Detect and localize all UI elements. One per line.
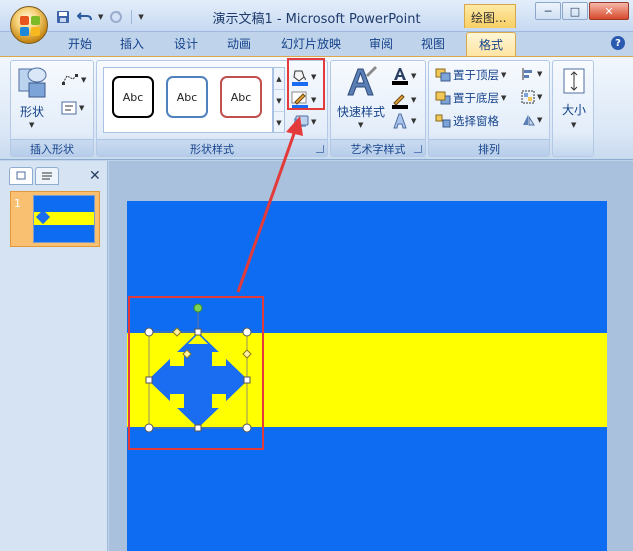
size-button[interactable]: 大小 ▼ xyxy=(556,65,592,135)
wordart-styles-group: 快速样式 ▼ ▼ ▼ ▼ 艺术字样式 xyxy=(330,60,426,157)
gallery-up-icon[interactable]: ▲ xyxy=(274,68,284,90)
annotation-highlight-fill-outline xyxy=(287,58,325,110)
shape-style-2[interactable]: Abc xyxy=(166,76,208,118)
office-logo-icon xyxy=(20,16,40,36)
maximize-button[interactable]: □ xyxy=(562,2,588,20)
slides-tab-icon xyxy=(16,171,26,180)
group-dropdown-icon: ▼ xyxy=(537,93,543,101)
wordart-dialog-launcher-icon[interactable] xyxy=(414,145,422,153)
text-effects-icon xyxy=(393,113,407,129)
gallery-more-icon[interactable]: ▼ xyxy=(274,112,284,134)
align-icon xyxy=(522,68,532,80)
send-to-back-icon xyxy=(435,91,451,105)
send-to-back-button[interactable]: 置于底层 ▼ xyxy=(435,90,506,106)
size-group: 大小 ▼ xyxy=(552,60,594,157)
selection-pane-icon xyxy=(435,114,451,128)
tab-review[interactable]: 审阅 xyxy=(369,35,393,52)
text-fill-button[interactable]: ▼ xyxy=(391,67,416,85)
pane-tabs: ✕ xyxy=(5,167,105,187)
size-dropdown-icon: ▼ xyxy=(571,121,577,129)
edit-shape-dropdown-icon: ▼ xyxy=(81,76,87,84)
quick-styles-label: 快速样式 xyxy=(336,105,385,119)
text-outline-button[interactable]: ▼ xyxy=(391,91,416,109)
rotate-icon xyxy=(523,115,535,126)
text-box-button[interactable]: ▼ xyxy=(61,101,84,115)
group-button[interactable]: ▼ xyxy=(521,90,542,104)
tab-view[interactable]: 视图 xyxy=(421,35,445,52)
close-pane-icon[interactable]: ✕ xyxy=(89,168,101,184)
shape-effects-button[interactable]: ▼ xyxy=(293,115,316,129)
text-outline-dropdown-icon: ▼ xyxy=(411,96,417,104)
bring-to-front-button[interactable]: 置于顶层 ▼ xyxy=(435,67,506,83)
window-controls: ─ □ ✕ xyxy=(535,2,629,20)
quick-styles-dropdown-icon: ▼ xyxy=(358,121,364,129)
close-button[interactable]: ✕ xyxy=(589,2,629,20)
arrange-group: 置于顶层 ▼ 置于底层 ▼ 选择窗格 ▼ ▼ ▼ 排列 xyxy=(428,60,550,157)
bring-to-front-icon xyxy=(435,68,451,82)
text-effects-button[interactable]: ▼ xyxy=(391,113,416,129)
outline-tab-icon xyxy=(42,172,52,180)
tab-design[interactable]: 设计 xyxy=(174,35,198,52)
text-fill-icon xyxy=(392,68,408,85)
shapes-button[interactable]: 形状 ▼ xyxy=(15,65,49,135)
wordart-a-icon xyxy=(347,66,377,96)
edit-points-icon xyxy=(62,74,78,85)
shapes-icon xyxy=(18,67,47,98)
text-fill-dropdown-icon: ▼ xyxy=(411,72,417,80)
minimize-button[interactable]: ─ xyxy=(535,2,561,20)
text-box-dropdown-icon: ▼ xyxy=(79,104,85,112)
rotate-button[interactable]: ▼ xyxy=(521,113,542,127)
slide-thumbnail-selected[interactable]: 1 xyxy=(10,191,100,247)
shape-style-gallery: Abc Abc Abc xyxy=(103,67,273,133)
tab-format[interactable]: 格式 xyxy=(466,32,517,57)
insert-shapes-group: 形状 ▼ ▼ ▼ 插入形状 xyxy=(10,60,94,157)
title-bar: ▼ ▼ 演示文稿1 - Microsoft PowerPoint 绘图... ─… xyxy=(0,0,633,32)
rotate-dropdown-icon: ▼ xyxy=(537,116,543,124)
shape-styles-dialog-launcher-icon[interactable] xyxy=(316,145,324,153)
slides-panel: ✕ 1 xyxy=(0,161,108,551)
help-icon[interactable]: ? xyxy=(611,36,625,50)
annotation-highlight-shape xyxy=(128,296,264,450)
selection-pane-label: 选择窗格 xyxy=(453,114,499,128)
shape-effects-dropdown-icon: ▼ xyxy=(311,118,317,126)
send-to-back-label: 置于底层 xyxy=(453,91,499,105)
edit-shape-button[interactable]: ▼ xyxy=(61,73,86,87)
shapes-label: 形状 xyxy=(19,105,44,119)
align-dropdown-icon: ▼ xyxy=(537,70,543,78)
drawing-tools-context-title: 绘图... xyxy=(464,4,516,28)
text-effects-dropdown-icon: ▼ xyxy=(411,117,417,125)
quick-styles-button[interactable]: 快速样式 ▼ xyxy=(334,65,388,137)
group-icon xyxy=(521,90,535,104)
text-box-icon xyxy=(61,101,77,115)
slides-tab[interactable] xyxy=(9,167,33,185)
tab-animations[interactable]: 动画 xyxy=(227,35,251,52)
text-outline-icon xyxy=(392,94,408,109)
slide-thumbnail[interactable] xyxy=(33,195,95,243)
slide-number: 1 xyxy=(14,197,21,210)
send-to-back-dropdown-icon: ▼ xyxy=(501,94,507,102)
size-label: 大小 xyxy=(561,103,586,117)
insert-shapes-label: 插入形状 xyxy=(11,139,93,156)
tab-insert[interactable]: 插入 xyxy=(120,35,144,52)
ribbon-tabs: 开始 插入 设计 动画 幻灯片放映 审阅 视图 格式 xyxy=(0,32,633,57)
size-icon xyxy=(563,68,585,94)
wordart-styles-label: 艺术字样式 xyxy=(331,139,425,156)
office-button[interactable] xyxy=(10,6,48,44)
bring-to-front-dropdown-icon: ▼ xyxy=(501,71,507,79)
shape-style-3[interactable]: Abc xyxy=(220,76,262,118)
align-button[interactable]: ▼ xyxy=(521,67,542,81)
arrange-label: 排列 xyxy=(429,139,549,156)
shape-effects-icon xyxy=(294,115,309,127)
bring-to-front-label: 置于顶层 xyxy=(453,68,499,82)
outline-tab[interactable] xyxy=(35,167,59,185)
shape-styles-label: 形状样式 xyxy=(97,139,327,156)
shape-style-1[interactable]: Abc xyxy=(112,76,154,118)
tab-slideshow[interactable]: 幻灯片放映 xyxy=(281,35,341,52)
gallery-down-icon[interactable]: ▼ xyxy=(274,90,284,112)
style-gallery-scroll[interactable]: ▲ ▼ ▼ xyxy=(273,67,285,133)
shapes-dropdown-icon: ▼ xyxy=(29,121,35,129)
tab-home[interactable]: 开始 xyxy=(68,35,92,52)
selection-pane-button[interactable]: 选择窗格 xyxy=(435,113,499,129)
